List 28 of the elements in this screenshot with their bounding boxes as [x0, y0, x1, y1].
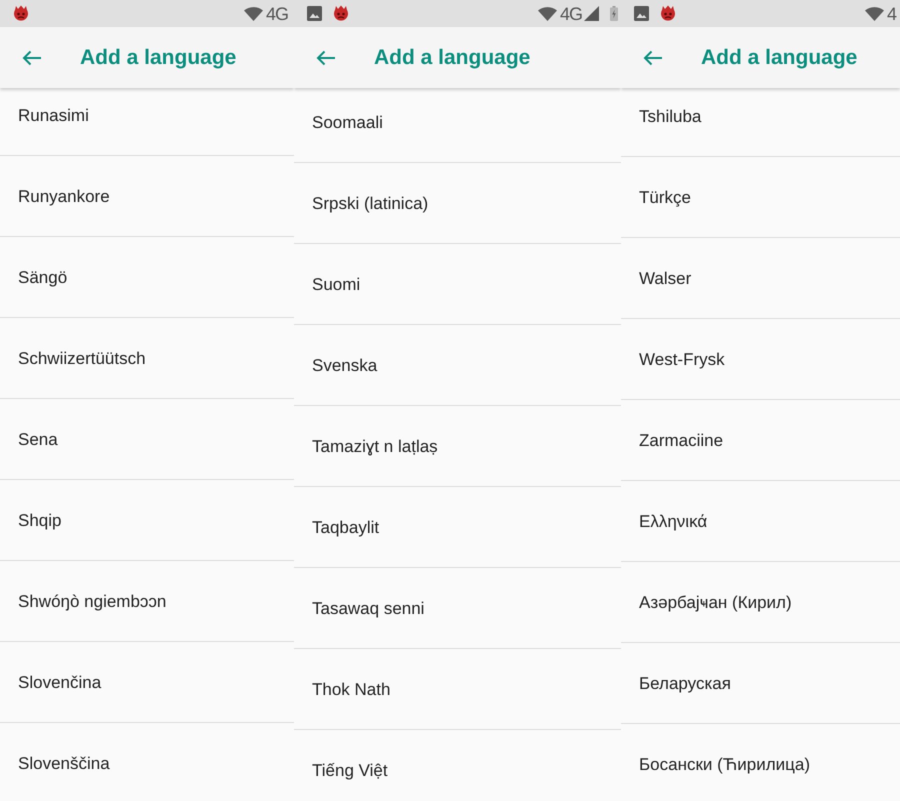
- back-arrow-icon[interactable]: [316, 50, 336, 66]
- app-notification-icon: [13, 5, 29, 22]
- language-item[interactable]: Босански (Ћирилица): [621, 724, 900, 801]
- battery-charging-icon: [610, 6, 618, 21]
- language-item[interactable]: Zarmaciine: [621, 400, 900, 481]
- image-icon: [307, 6, 322, 21]
- back-arrow-icon[interactable]: [643, 50, 663, 66]
- language-item[interactable]: Ελληνικά: [621, 481, 900, 562]
- language-item[interactable]: Tshiluba: [621, 88, 900, 157]
- wifi-icon: [865, 6, 884, 21]
- signal-icon: [584, 6, 600, 21]
- image-icon: [634, 6, 649, 21]
- app-notification-icon: [333, 5, 349, 22]
- language-item[interactable]: Türkçe: [621, 157, 900, 238]
- back-arrow-icon[interactable]: [22, 50, 42, 66]
- app-notification-icon: [660, 5, 676, 22]
- network-type-label: 4G: [266, 4, 288, 24]
- screen-title: Add a language: [701, 46, 858, 70]
- wifi-icon: [244, 6, 263, 21]
- language-item[interactable]: Азәрбајҹан (Кирил): [621, 562, 900, 643]
- network-type-label: 4: [887, 4, 896, 24]
- screen-title: Add a language: [80, 46, 236, 70]
- language-item[interactable]: Беларуская: [621, 643, 900, 724]
- language-item[interactable]: West-Frysk: [621, 319, 900, 400]
- language-item[interactable]: Walser: [621, 238, 900, 319]
- wifi-icon: [538, 6, 557, 21]
- screen-title: Add a language: [374, 46, 530, 70]
- network-type-label: 4G: [560, 4, 582, 24]
